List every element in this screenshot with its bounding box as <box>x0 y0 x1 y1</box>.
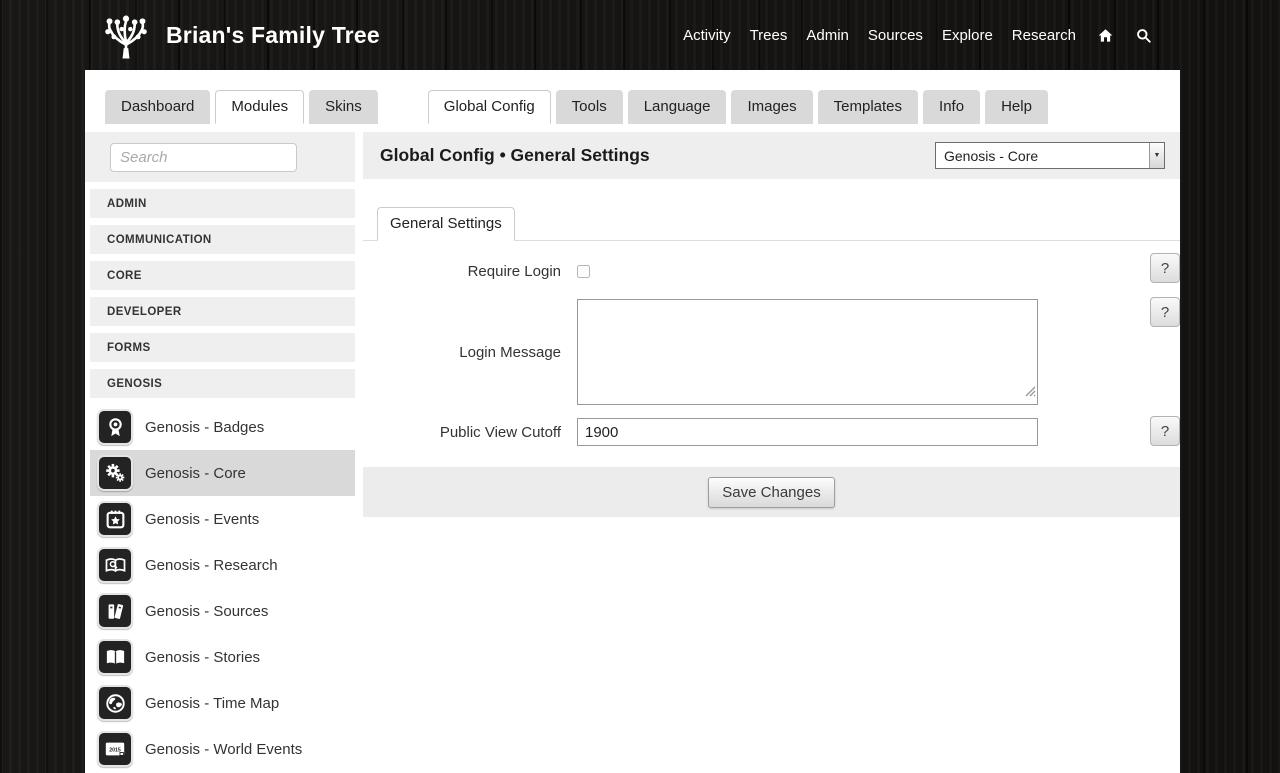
book-magnifier-icon <box>97 547 133 583</box>
tab-skins[interactable]: Skins <box>309 90 378 124</box>
require-login-label: Require Login <box>467 263 561 280</box>
main-panel: Global Config • General Settings Genosis… <box>363 132 1180 772</box>
tab-language[interactable]: Language <box>627 90 727 124</box>
module-select-value: Genosis - Core <box>944 147 1039 164</box>
home-link[interactable]: Brian's Family Tree <box>100 8 380 62</box>
badge-icon <box>97 409 133 445</box>
nav-trees[interactable]: Trees <box>750 27 788 44</box>
settings-subtab-row: General Settings <box>363 206 1180 241</box>
sidebar-item-genosis-time-map[interactable]: Genosis - Time Map <box>90 680 355 726</box>
sidebar-category-list: ADMIN COMMUNICATION CORE DEVELOPER FORMS GENO… <box>85 189 355 398</box>
search-icon[interactable] <box>1135 27 1152 44</box>
sidebar-item-genosis-research[interactable]: Genosis - Research <box>90 542 355 588</box>
module-label: Genosis - World Events <box>145 740 303 758</box>
globe-icon <box>97 685 133 721</box>
dropdown-arrow-icon: ▼ <box>1149 143 1164 168</box>
tab-general-settings[interactable]: General Settings <box>377 207 515 241</box>
login-message-row: Login Message <box>363 299 1180 405</box>
tab-tools[interactable]: Tools <box>555 90 623 124</box>
require-login-help-button[interactable]: ? <box>1150 253 1180 283</box>
nav-sources[interactable]: Sources <box>868 27 923 44</box>
public-view-cutoff-row: Public View Cutoff <box>363 418 1180 446</box>
login-message-help-button[interactable]: ? <box>1150 297 1180 327</box>
public-view-cutoff-label: Public View Cutoff <box>439 423 561 441</box>
module-label: Genosis - Core <box>145 464 246 482</box>
save-changes-button[interactable]: Save Changes <box>708 476 835 508</box>
app-header: Brian's Family Tree Activity Trees Admin So… <box>0 0 1280 70</box>
module-label: Genosis - Badges <box>145 418 265 436</box>
tab-group-right: Global Config Tools Language Images Template… <box>427 90 1053 124</box>
require-login-checkbox[interactable] <box>577 265 590 278</box>
module-sidebar: ADMIN COMMUNICATION CORE DEVELOPER FORMS GENO… <box>85 132 355 772</box>
panel-header: Global Config • General Settings Genosis… <box>363 132 1180 179</box>
nav-explore[interactable]: Explore <box>942 27 993 44</box>
sidebar-category-forms[interactable]: FORMS <box>90 333 355 362</box>
year-frame-icon: 2015 <box>97 731 133 767</box>
sidebar-category-genosis[interactable]: GENOSIS <box>90 369 355 398</box>
svg-text:2015: 2015 <box>109 747 121 753</box>
tab-dashboard[interactable]: Dashboard <box>105 90 211 124</box>
search-input[interactable] <box>110 143 297 172</box>
calendar-star-icon <box>97 501 133 537</box>
family-tree-logo-icon <box>100 10 152 62</box>
sidebar-search-block <box>85 132 355 182</box>
open-book-icon <box>97 639 133 675</box>
public-view-cutoff-input[interactable] <box>577 418 1038 446</box>
sidebar-category-admin[interactable]: ADMIN <box>90 189 355 218</box>
tab-templates[interactable]: Templates <box>817 90 919 124</box>
sidebar-item-genosis-events[interactable]: Genosis - Events <box>90 496 355 542</box>
tab-modules[interactable]: Modules <box>215 90 305 124</box>
login-message-label: Login Message <box>459 343 561 361</box>
module-label: Genosis - Sources <box>145 602 269 620</box>
module-label: Genosis - Research <box>145 556 278 574</box>
module-label: Genosis - Events <box>145 510 260 528</box>
resize-grip-icon[interactable] <box>1025 384 1036 402</box>
form-footer: Save Changes <box>363 467 1180 517</box>
sidebar-category-communication[interactable]: COMMUNICATION <box>90 225 355 254</box>
public-view-cutoff-help-button[interactable]: ? <box>1150 416 1180 446</box>
gears-icon <box>97 455 133 491</box>
header-nav: Activity Trees Admin Sources Explore Research <box>683 27 1280 44</box>
nav-activity[interactable]: Activity <box>683 27 731 44</box>
nav-research[interactable]: Research <box>1012 27 1076 44</box>
tab-info[interactable]: Info <box>923 90 981 124</box>
tab-help[interactable]: Help <box>985 90 1048 124</box>
nav-admin[interactable]: Admin <box>806 27 849 44</box>
sidebar-item-genosis-badges[interactable]: Genosis - Badges <box>90 404 355 450</box>
module-label: Genosis - Stories <box>145 648 261 666</box>
two-books-icon <box>97 593 133 629</box>
sidebar-item-genosis-sources[interactable]: Genosis - Sources <box>90 588 355 634</box>
page-title: Global Config • General Settings <box>380 145 650 165</box>
tab-group-left: Dashboard Modules Skins <box>105 90 383 124</box>
require-login-row: Require Login <box>363 263 1180 280</box>
sidebar-item-genosis-stories[interactable]: Genosis - Stories <box>90 634 355 680</box>
main-tab-row: Dashboard Modules Skins Global Config Tools… <box>85 90 1180 124</box>
sidebar-category-core[interactable]: CORE <box>90 261 355 290</box>
module-select[interactable]: Genosis - Core ▼ <box>935 142 1165 169</box>
sidebar-module-list: Genosis - Badges Genosis - Core Genosis - … <box>85 404 355 772</box>
tab-images[interactable]: Images <box>731 90 813 124</box>
login-message-textarea[interactable] <box>577 299 1038 405</box>
content-container: Dashboard Modules Skins Global Config Tools… <box>85 70 1180 773</box>
tab-global-config[interactable]: Global Config <box>427 90 551 124</box>
sidebar-item-genosis-world-events[interactable]: 2015 Genosis - World Events <box>90 726 355 772</box>
sidebar-item-genosis-core[interactable]: Genosis - Core <box>90 450 355 496</box>
home-icon[interactable] <box>1097 27 1114 44</box>
app-title: Brian's Family Tree <box>166 21 380 48</box>
sidebar-category-developer[interactable]: DEVELOPER <box>90 297 355 326</box>
module-label: Genosis - Time Map <box>145 694 280 712</box>
